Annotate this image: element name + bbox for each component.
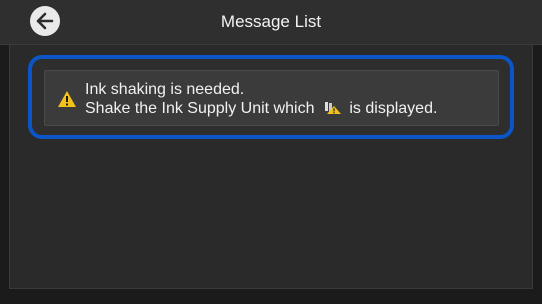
screen: Message List Ink shaking is needed. Shak… <box>0 0 542 304</box>
message-line-1: Ink shaking is needed. <box>85 81 245 98</box>
message-text: Ink shaking is needed. Shake the Ink Sup… <box>85 80 437 118</box>
message-line-2: Shake the Ink Supply Unit which is displ… <box>85 99 437 118</box>
ink-shake-icon <box>324 102 341 114</box>
page-title: Message List <box>220 12 322 31</box>
message-item[interactable]: Ink shaking is needed. Shake the Ink Sup… <box>44 70 499 126</box>
message-line-2-prefix: Shake the Ink Supply Unit which <box>85 100 315 117</box>
message-line-2-suffix: is displayed. <box>349 100 438 117</box>
header-bar: Message List <box>0 0 542 45</box>
warning-icon <box>58 91 76 107</box>
